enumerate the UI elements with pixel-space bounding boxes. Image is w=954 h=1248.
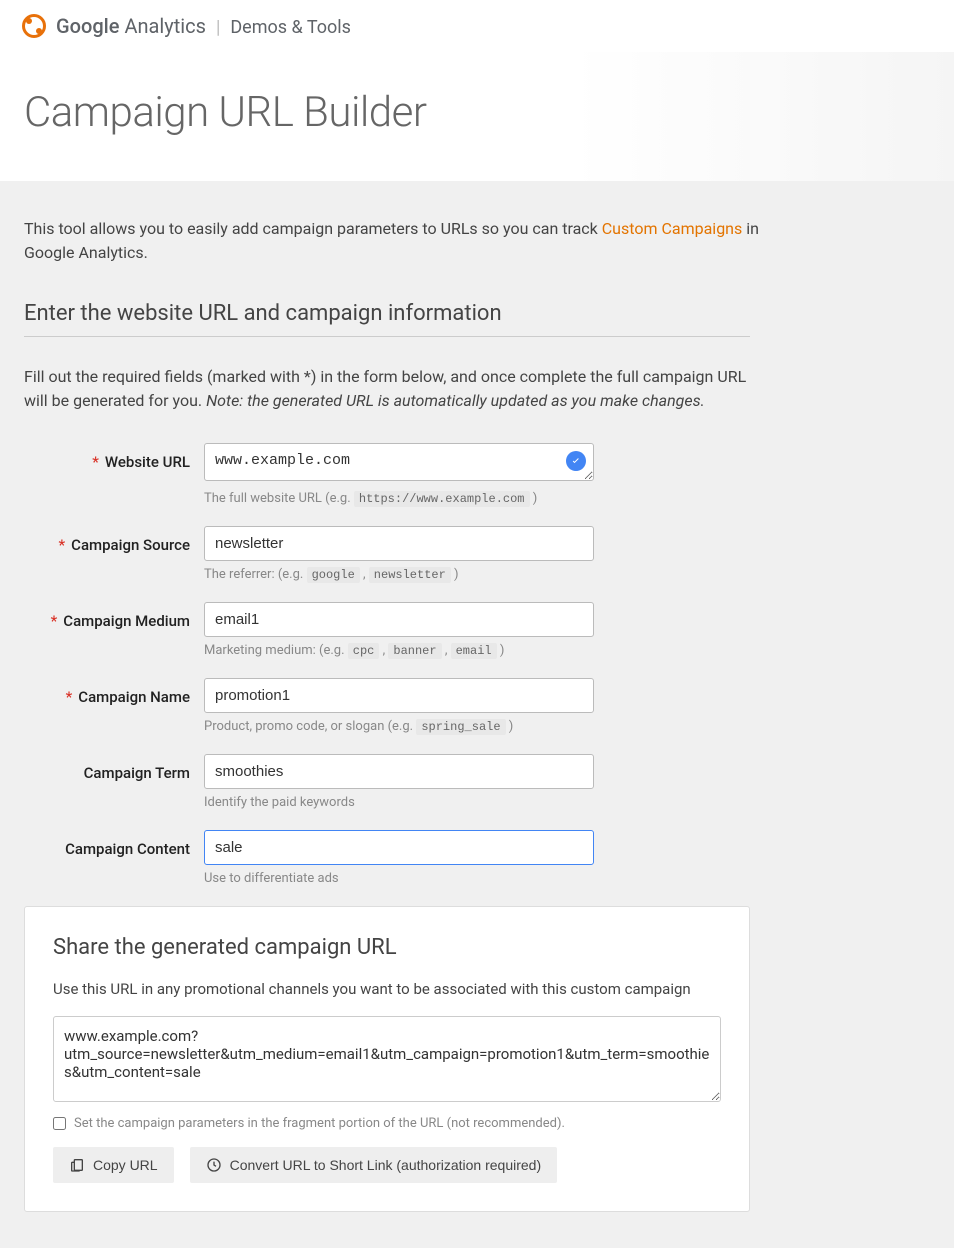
hint-campaign-name: Product, promo code, or slogan (e.g. spr… xyxy=(204,719,594,734)
ga-logo-icon xyxy=(22,14,46,38)
share-title: Share the generated campaign URL xyxy=(53,935,721,960)
label-campaign-name: *Campaign Name xyxy=(24,678,204,706)
label-campaign-source: *Campaign Source xyxy=(24,526,204,554)
header-bar: Google Analytics | Demos & Tools xyxy=(0,0,954,52)
hint-campaign-source: The referrer: (e.g. google , newsletter … xyxy=(204,567,594,582)
convert-url-button[interactable]: Convert URL to Short Link (authorization… xyxy=(190,1147,558,1183)
input-campaign-source[interactable] xyxy=(204,526,594,561)
label-website-url: *Website URL xyxy=(24,443,204,471)
brand-separator: | xyxy=(216,17,220,38)
row-campaign-content: Campaign Content Use to differentiate ad… xyxy=(24,830,930,886)
copy-url-button[interactable]: Copy URL xyxy=(53,1147,174,1183)
row-campaign-name: *Campaign Name Product, promo code, or s… xyxy=(24,678,930,734)
share-box: Share the generated campaign URL Use thi… xyxy=(24,906,750,1212)
row-website-url: *Website URL www.example.com The full we… xyxy=(24,443,930,506)
form: *Website URL www.example.com The full we… xyxy=(24,443,930,886)
brand-tools: Demos & Tools xyxy=(230,17,351,38)
custom-campaigns-link[interactable]: Custom Campaigns xyxy=(602,219,743,238)
input-website-url[interactable]: www.example.com xyxy=(204,443,594,481)
fragment-checkbox[interactable] xyxy=(53,1117,66,1130)
valid-check-icon xyxy=(566,451,586,471)
title-section: Campaign URL Builder xyxy=(0,52,954,181)
intro-text: This tool allows you to easily add campa… xyxy=(24,217,774,265)
row-campaign-source: *Campaign Source The referrer: (e.g. goo… xyxy=(24,526,930,582)
input-campaign-medium[interactable] xyxy=(204,602,594,637)
hint-website-url: The full website URL (e.g. https://www.e… xyxy=(204,491,594,506)
hint-campaign-medium: Marketing medium: (e.g. cpc , banner , e… xyxy=(204,643,594,658)
brand-google: Google Analytics xyxy=(56,14,206,38)
hint-campaign-term: Identify the paid keywords xyxy=(204,795,594,810)
generated-url-textarea[interactable]: www.example.com?utm_source=newsletter&ut… xyxy=(53,1016,721,1102)
refresh-icon xyxy=(206,1157,222,1173)
section-heading: Enter the website URL and campaign infor… xyxy=(24,301,750,337)
label-campaign-content: Campaign Content xyxy=(24,830,204,858)
fill-instructions: Fill out the required fields (marked wit… xyxy=(24,365,754,413)
row-campaign-medium: *Campaign Medium Marketing medium: (e.g.… xyxy=(24,602,930,658)
hint-campaign-content: Use to differentiate ads xyxy=(204,871,594,886)
row-campaign-term: Campaign Term Identify the paid keywords xyxy=(24,754,930,810)
input-campaign-content[interactable] xyxy=(204,830,594,865)
label-campaign-term: Campaign Term xyxy=(24,754,204,782)
input-campaign-name[interactable] xyxy=(204,678,594,713)
share-desc: Use this URL in any promotional channels… xyxy=(53,980,721,998)
clipboard-icon xyxy=(69,1157,85,1173)
label-campaign-medium: *Campaign Medium xyxy=(24,602,204,630)
input-campaign-term[interactable] xyxy=(204,754,594,789)
brand-text: Google Analytics | Demos & Tools xyxy=(56,14,351,38)
fragment-label: Set the campaign parameters in the fragm… xyxy=(74,1116,565,1131)
page-title: Campaign URL Builder xyxy=(24,88,930,137)
